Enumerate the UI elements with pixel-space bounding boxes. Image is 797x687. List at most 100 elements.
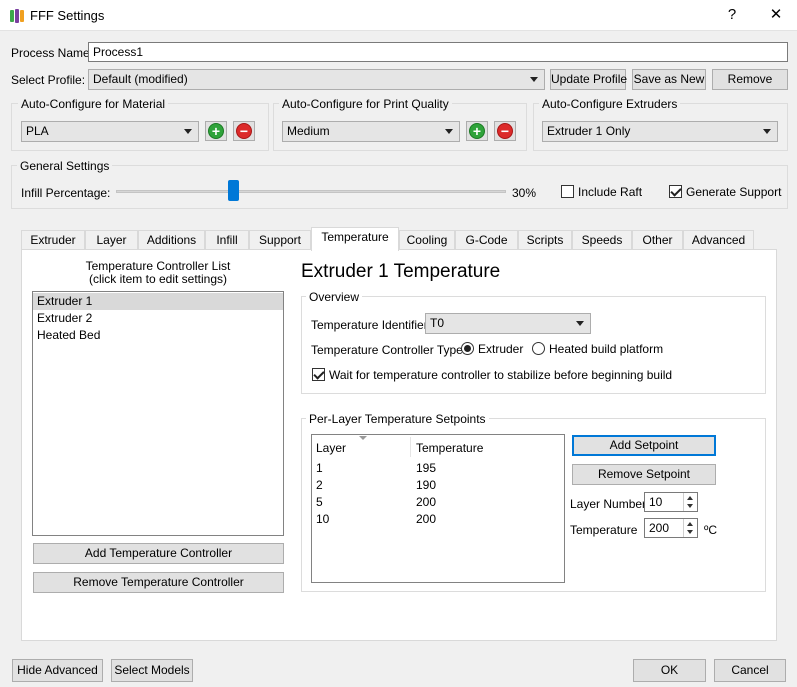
add-temp-controller-button[interactable]: Add Temperature Controller bbox=[33, 543, 284, 564]
general-settings-title: General Settings bbox=[17, 159, 113, 173]
select-profile-label: Select Profile: bbox=[11, 73, 86, 87]
col-header-layer[interactable]: Layer bbox=[316, 441, 346, 455]
cell-layer: 5 bbox=[316, 495, 323, 509]
material-select[interactable]: PLA bbox=[21, 121, 199, 142]
spin-buttons[interactable] bbox=[683, 519, 697, 537]
temp-list-subheading: (click item to edit settings) bbox=[88, 272, 228, 286]
process-name-input[interactable]: Process1 bbox=[88, 42, 788, 62]
setpoints-title: Per-Layer Temperature Setpoints bbox=[306, 412, 489, 426]
cell-temperature: 200 bbox=[416, 495, 437, 509]
table-row[interactable]: 2 190 bbox=[312, 476, 564, 493]
column-divider bbox=[410, 437, 411, 457]
extruders-select-value: Extruder 1 Only bbox=[547, 124, 631, 138]
remove-quality-button[interactable]: − bbox=[494, 121, 516, 141]
tab-cooling[interactable]: Cooling bbox=[399, 230, 455, 250]
plus-icon: + bbox=[469, 123, 485, 139]
include-raft-label: Include Raft bbox=[578, 185, 643, 199]
wait-stabilize-label: Wait for temperature controller to stabi… bbox=[329, 368, 673, 382]
chevron-down-icon bbox=[530, 77, 538, 82]
table-row[interactable]: 10 200 bbox=[312, 510, 564, 527]
extruders-select[interactable]: Extruder 1 Only bbox=[542, 121, 778, 142]
save-as-new-button[interactable]: Save as New bbox=[632, 69, 706, 90]
list-item[interactable]: Extruder 2 bbox=[33, 310, 283, 327]
tab-scripts[interactable]: Scripts bbox=[518, 230, 572, 250]
temp-list-heading: Temperature Controller List bbox=[85, 259, 231, 273]
select-models-button[interactable]: Select Models bbox=[111, 659, 193, 682]
profile-select-value: Default (modified) bbox=[93, 72, 188, 86]
tab-temperature[interactable]: Temperature bbox=[311, 227, 399, 251]
spin-up-icon bbox=[687, 496, 693, 500]
remove-temp-controller-button[interactable]: Remove Temperature Controller bbox=[33, 572, 284, 593]
spin-up-icon bbox=[687, 522, 693, 526]
spin-buttons[interactable] bbox=[683, 493, 697, 511]
chevron-down-icon bbox=[445, 129, 453, 134]
table-row[interactable]: 5 200 bbox=[312, 493, 564, 510]
generate-support-checkbox[interactable] bbox=[669, 185, 682, 198]
type-platform-radio[interactable] bbox=[532, 342, 545, 355]
chevron-down-icon bbox=[576, 321, 584, 326]
list-item[interactable]: Extruder 1 bbox=[33, 293, 283, 310]
remove-material-button[interactable]: − bbox=[233, 121, 255, 141]
cell-layer: 1 bbox=[316, 461, 323, 475]
close-icon: ✕ bbox=[769, 6, 783, 23]
infill-label: Infill Percentage: bbox=[21, 186, 111, 200]
cell-temperature: 195 bbox=[416, 461, 437, 475]
temp-identifier-select[interactable]: T0 bbox=[425, 313, 591, 334]
tab-additions[interactable]: Additions bbox=[138, 230, 205, 250]
help-button[interactable]: ? bbox=[717, 4, 747, 26]
add-quality-button[interactable]: + bbox=[466, 121, 488, 141]
close-button[interactable]: ✕ bbox=[761, 4, 791, 26]
layer-number-label: Layer Number bbox=[570, 497, 647, 511]
minus-icon: − bbox=[236, 123, 252, 139]
auto-extruders-title: Auto-Configure Extruders bbox=[539, 97, 681, 111]
window-title: FFF Settings bbox=[30, 8, 105, 23]
ok-button[interactable]: OK bbox=[633, 659, 706, 682]
quality-select-value: Medium bbox=[287, 124, 330, 138]
sort-indicator-icon bbox=[359, 436, 367, 440]
temperature-spinbox[interactable]: 200 bbox=[644, 518, 698, 538]
chevron-down-icon bbox=[184, 129, 192, 134]
cell-layer: 2 bbox=[316, 478, 323, 492]
table-row[interactable]: 1 195 bbox=[312, 459, 564, 476]
col-header-temperature[interactable]: Temperature bbox=[416, 441, 483, 455]
infill-slider-track[interactable] bbox=[116, 190, 506, 193]
type-extruder-radio[interactable] bbox=[461, 342, 474, 355]
spin-down-icon bbox=[687, 504, 693, 508]
controller-type-label: Temperature Controller Type: bbox=[311, 343, 467, 357]
overview-title: Overview bbox=[306, 290, 363, 304]
infill-slider-thumb[interactable] bbox=[227, 180, 239, 201]
tab-speeds[interactable]: Speeds bbox=[572, 230, 632, 250]
layer-number-value: 10 bbox=[649, 495, 663, 509]
profile-select[interactable]: Default (modified) bbox=[88, 69, 545, 90]
temp-identifier-label: Temperature Identifier bbox=[311, 318, 428, 332]
tab-layer[interactable]: Layer bbox=[85, 230, 138, 250]
tab-advanced[interactable]: Advanced bbox=[683, 230, 754, 250]
remove-profile-button[interactable]: Remove bbox=[712, 69, 788, 90]
add-material-button[interactable]: + bbox=[205, 121, 227, 141]
setpoints-table[interactable]: Layer Temperature 1 195 2 190 5 200 10 200 bbox=[311, 434, 565, 583]
tab-g-code[interactable]: G-Code bbox=[455, 230, 518, 250]
remove-setpoint-button[interactable]: Remove Setpoint bbox=[572, 464, 716, 485]
temperature-label: Temperature bbox=[570, 523, 638, 537]
update-profile-button[interactable]: Update Profile bbox=[550, 69, 627, 90]
quality-select[interactable]: Medium bbox=[282, 121, 460, 142]
process-name-value: Process1 bbox=[93, 45, 144, 59]
tab-extruder[interactable]: Extruder bbox=[21, 230, 85, 250]
minus-icon: − bbox=[497, 123, 513, 139]
tab-infill[interactable]: Infill bbox=[205, 230, 249, 250]
add-setpoint-button[interactable]: Add Setpoint bbox=[572, 435, 716, 456]
cancel-button[interactable]: Cancel bbox=[714, 659, 786, 682]
auto-material-title: Auto-Configure for Material bbox=[18, 97, 169, 111]
tab-support[interactable]: Support bbox=[249, 230, 311, 250]
wait-stabilize-checkbox[interactable] bbox=[312, 368, 325, 381]
cell-temperature: 200 bbox=[416, 512, 437, 526]
tab-other[interactable]: Other bbox=[632, 230, 683, 250]
temp-controller-list[interactable]: Extruder 1 Extruder 2 Heated Bed bbox=[32, 291, 284, 536]
include-raft-checkbox[interactable] bbox=[561, 185, 574, 198]
type-extruder-label: Extruder bbox=[478, 342, 524, 356]
layer-number-spinbox[interactable]: 10 bbox=[644, 492, 698, 512]
detail-heading: Extruder 1 Temperature bbox=[301, 261, 501, 282]
cell-temperature: 190 bbox=[416, 478, 437, 492]
list-item[interactable]: Heated Bed bbox=[33, 327, 283, 344]
hide-advanced-button[interactable]: Hide Advanced bbox=[12, 659, 103, 682]
